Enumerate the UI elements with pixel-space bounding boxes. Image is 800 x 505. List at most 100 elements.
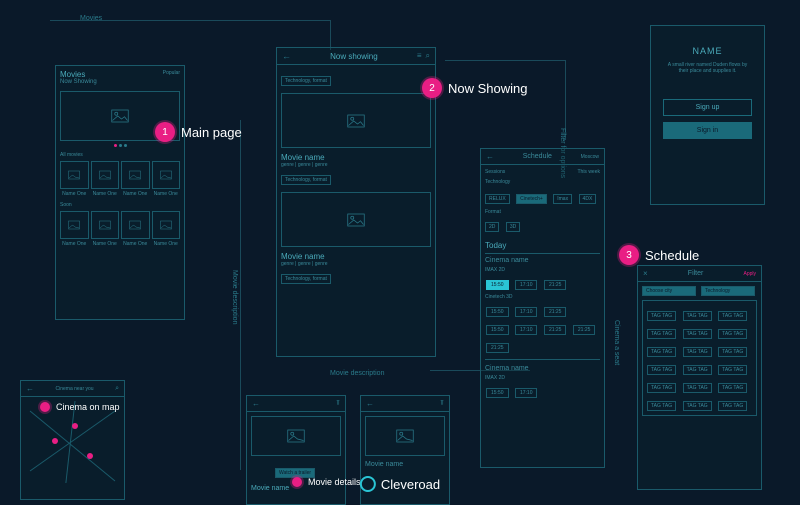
ns-genres: genre | genre | genre [281,162,431,168]
screen-main-page: Movies Now Showing Popular All movies Na… [55,65,185,320]
time-slot[interactable]: 21:25 [544,307,567,317]
filter-tag[interactable]: TAG TAG [683,383,712,393]
filter-tag[interactable]: TAG TAG [683,311,712,321]
filter-tag[interactable]: TAG TAG [647,347,676,357]
format-opt[interactable]: 2D [485,222,499,232]
main-badge: Popular [163,70,180,76]
apply-button[interactable]: Apply [743,271,756,277]
movie-thumb[interactable] [91,211,120,239]
filter-tag[interactable]: TAG TAG [683,329,712,339]
annotation-dot [40,402,50,412]
ns-chip[interactable]: Technology, format [281,175,331,185]
filter-dropdown[interactable]: Technology [701,286,755,296]
movie-thumb[interactable] [60,211,89,239]
annotation-number: 3 [619,245,639,265]
ns-movie-name: Movie name [281,153,431,162]
thumb-row-2: Name One Name One Name One Name One [60,211,180,247]
signup-button[interactable]: Sign up [663,99,752,116]
annotation-label: Schedule [645,248,699,263]
search-icon[interactable]: ⌕ [426,51,430,61]
back-icon[interactable]: ← [486,152,494,161]
main-subtitle: Now Showing [60,79,97,85]
screen-movie-details-1: ← ⫪ Watch a trailer Movie name [246,395,346,505]
time-slot[interactable]: 21:25 [486,343,509,353]
filter-tag[interactable]: TAG TAG [647,383,676,393]
annotation-label: Movie details [308,477,361,487]
tech-opt[interactable]: RELUX [485,194,510,204]
screen-schedule: ← Schedule Moscow Sessions This week Tec… [480,148,605,468]
map-header: Cinema near you [56,386,94,392]
filter-tag[interactable]: TAG TAG [683,401,712,411]
back-icon[interactable]: ← [282,51,291,61]
time-slot[interactable]: 15:50 [486,307,509,317]
time-slot[interactable]: 15:50 [486,388,509,398]
flow-label-cinema-seat: Cinema a seat [613,320,620,365]
auth-tagline: A small river named Duden flows by their… [655,62,760,74]
filter-tag[interactable]: TAG TAG [683,347,712,357]
filter-tag[interactable]: TAG TAG [647,311,676,321]
movie-thumb[interactable] [91,161,120,189]
signin-button[interactable]: Sign in [663,122,752,139]
movie-thumb[interactable] [121,161,150,189]
filter-tag[interactable]: TAG TAG [718,329,747,339]
filter-tag[interactable]: TAG TAG [718,311,747,321]
filter-dropdown[interactable]: Choose city [642,286,696,296]
time-slot[interactable]: 15:50 [486,280,509,290]
tech-opt[interactable]: 4DX [579,194,597,204]
annotation-now-showing: 2 Now Showing [422,78,528,98]
flow-label-movies: Movies [80,15,102,22]
annotation-label: Now Showing [448,81,528,96]
filter-tag[interactable]: TAG TAG [718,347,747,357]
share-icon[interactable]: ⫪ [336,400,340,408]
format-opt[interactable]: 3D [506,222,520,232]
tech-opt[interactable]: Imax [553,194,572,204]
annotation-number: 2 [422,78,442,98]
flow-label-movie-desc-h: Movie description [330,370,384,377]
cinema-name-2: Cinema name [485,365,600,372]
time-slot[interactable]: 17:10 [515,325,538,335]
tech-label: Technology [485,179,600,185]
annotation-cinema-map: Cinema on map [40,402,120,412]
today-label: Today [485,241,600,250]
time-slot[interactable]: 17:10 [515,388,538,398]
logo-icon [360,476,376,492]
close-icon[interactable]: × [643,269,648,278]
share-icon[interactable]: ⫪ [440,400,444,408]
section-all-movies: All movies [60,152,180,158]
time-slot[interactable]: 17:10 [515,280,538,290]
ns-movie-name: Movie name [281,252,431,261]
movie-thumb[interactable] [152,211,181,239]
map-canvas[interactable] [25,401,120,483]
back-icon[interactable]: ← [26,384,34,393]
filter-tag[interactable]: TAG TAG [718,365,747,375]
search-icon[interactable]: ⌕ [115,385,119,393]
filter-tag[interactable]: TAG TAG [647,401,676,411]
annotation-label: Main page [181,125,242,140]
ns-header: Now showing [330,52,378,61]
screen-auth: NAME A small river named Duden flows by … [650,25,765,205]
ns-chip[interactable]: Technology, format [281,76,331,86]
back-icon[interactable]: ← [366,399,374,408]
annotation-dot [292,477,302,487]
movie-thumb[interactable] [60,161,89,189]
image-placeholder [365,416,445,456]
filter-tag[interactable]: TAG TAG [683,365,712,375]
settings-icon[interactable]: ≡ [417,51,422,61]
tech-opt[interactable]: Cinetech+ [516,194,547,204]
time-slot[interactable]: 15:50 [486,325,509,335]
ns-chip[interactable]: Technology, format [281,274,331,284]
back-icon[interactable]: ← [252,399,260,408]
time-slot[interactable]: 21:25 [573,325,596,335]
filter-tag[interactable]: TAG TAG [647,329,676,339]
movie-thumb[interactable] [121,211,150,239]
brand-name: Cleveroad [381,477,440,492]
time-slot[interactable]: 21:25 [544,280,567,290]
filter-tag[interactable]: TAG TAG [718,401,747,411]
movie-thumb[interactable] [152,161,181,189]
filter-tag[interactable]: TAG TAG [718,383,747,393]
sessions-label: Sessions [485,169,505,175]
section-soon: Soon [60,202,180,208]
time-slot[interactable]: 17:10 [515,307,538,317]
time-slot[interactable]: 21:25 [544,325,567,335]
filter-tag[interactable]: TAG TAG [647,365,676,375]
